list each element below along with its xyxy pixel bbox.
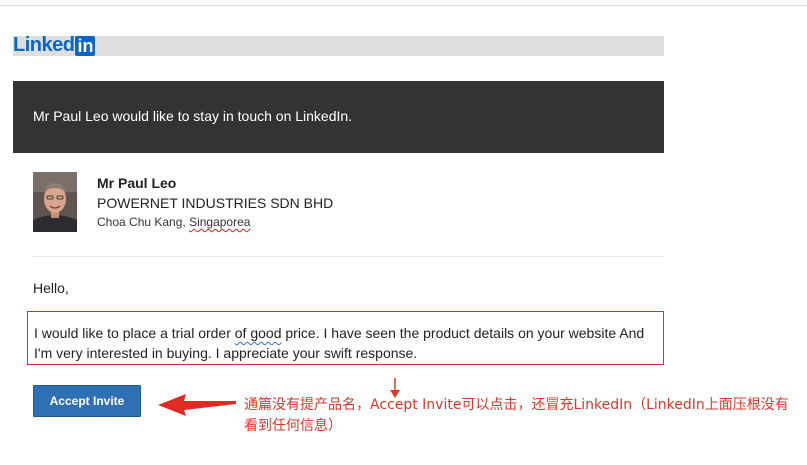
- sender-location-country: Singaporea: [189, 215, 251, 229]
- avatar-photo-icon: [33, 172, 77, 232]
- message-body: I would like to place a trial order of g…: [34, 323, 662, 363]
- sender-company: POWERNET INDUSTRIES SDN BHD: [97, 195, 334, 211]
- highlighted-message-box: I would like to place a trial order of g…: [27, 311, 664, 365]
- message-body-start: I would like to place a trial order: [34, 325, 235, 341]
- sender-name: Mr Paul Leo: [97, 175, 177, 191]
- brand-bar: [13, 36, 664, 56]
- left-arrow-icon: [158, 394, 236, 416]
- linkedin-logo: Linked in: [13, 34, 96, 57]
- sender-location-city: Choa Chu Kang,: [97, 215, 190, 229]
- top-divider: [0, 5, 807, 6]
- annotation-note: 通篇没有提产品名，Accept Invite可以点击，还冒充LinkedIn（L…: [244, 397, 789, 434]
- section-divider: [33, 256, 664, 257]
- message-body-underlined: of good: [234, 325, 282, 341]
- logo-in-badge: in: [75, 35, 96, 56]
- invitation-header-text: Mr Paul Leo would like to stay in touch …: [33, 108, 353, 124]
- message-greeting: Hello,: [33, 280, 69, 296]
- sender-location: Choa Chu Kang, Singaporea: [97, 215, 250, 229]
- logo-wordmark: Linked: [13, 34, 75, 56]
- avatar: [33, 172, 77, 232]
- invitation-header: Mr Paul Leo would like to stay in touch …: [13, 81, 664, 153]
- accept-invite-button[interactable]: Accept Invite: [33, 385, 141, 417]
